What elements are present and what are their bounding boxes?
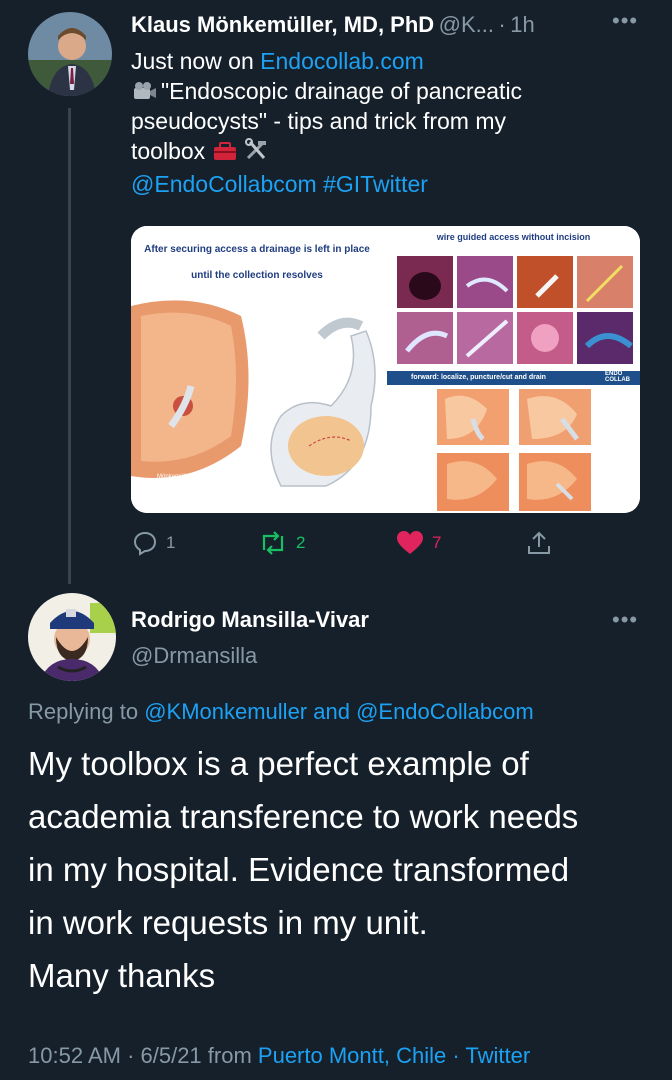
media-image-3[interactable]: forward: localize, puncture/cut and drai…: [387, 371, 640, 513]
replying-user-1[interactable]: @KMonkemuller: [144, 699, 307, 724]
reply-line: academia transference to work needs: [28, 798, 579, 835]
reply-button[interactable]: 1: [132, 530, 175, 556]
meta-sep: ·: [446, 1043, 466, 1068]
text-line-3: pseudocysts" - tips and trick from my: [131, 108, 506, 134]
retweet-button[interactable]: 2: [258, 530, 305, 556]
reply-count: 1: [166, 533, 176, 552]
reply-icon: [133, 531, 157, 556]
reply-author-handle[interactable]: @Drmansilla: [131, 643, 257, 669]
media-caption-1: After securing access a drainage is left…: [144, 244, 370, 255]
replying-user-2[interactable]: @EndoCollabcom: [356, 699, 534, 724]
media-image-2[interactable]: wire guided access without incision: [387, 226, 640, 367]
media-image-1[interactable]: After securing access a drainage is left…: [131, 226, 383, 513]
meta-location[interactable]: Puerto Montt, Chile: [258, 1043, 446, 1068]
retweet-icon: [262, 531, 284, 555]
text-prefix: Just now on: [131, 48, 261, 74]
reply-line: My toolbox is a perfect example of: [28, 745, 529, 782]
share-button[interactable]: [526, 530, 552, 556]
toolbox-icon: [212, 139, 238, 169]
media-credit: Mönkemüller, Endoindia, 1998: [157, 474, 238, 480]
text-line-4: toolbox: [131, 138, 206, 164]
author-avatar[interactable]: [28, 12, 112, 96]
logo-line-2: COLLAB: [605, 377, 630, 383]
reply-line: in my hospital. Evidence transformed: [28, 851, 570, 888]
like-button[interactable]: 7: [396, 530, 441, 556]
hammer-wrench-icon: [244, 138, 270, 169]
author-handle[interactable]: @K...: [439, 12, 494, 37]
more-options-icon[interactable]: •••: [612, 8, 638, 34]
replying-prefix: Replying to: [28, 699, 145, 724]
endocollab-logo: ENDO COLLAB: [605, 371, 630, 383]
meta-from: from: [201, 1043, 258, 1068]
share-icon: [528, 531, 550, 554]
reply-line: Many thanks: [28, 957, 216, 994]
film-projector-icon: [131, 76, 161, 106]
like-count: 7: [432, 533, 442, 552]
replying-and: and: [307, 699, 357, 724]
tweet-mentions[interactable]: @EndoCollabcom #GITwitter: [131, 169, 651, 199]
meta-time[interactable]: 10:52 AM · 6/5/21: [28, 1043, 202, 1068]
media-caption-3: wire guided access without incision: [436, 232, 591, 242]
heart-icon: [397, 531, 423, 554]
reply-line: in work requests in my unit.: [28, 904, 428, 941]
text-line-2: "Endoscopic drainage of pancreatic: [161, 78, 523, 104]
author-name[interactable]: Klaus Mönkemüller, MD, PhD: [131, 12, 434, 37]
tweet-meta: 10:52 AM · 6/5/21 from Puerto Montt, Chi…: [28, 1043, 530, 1069]
tweet-time[interactable]: 1h: [510, 12, 534, 37]
endocollab-link[interactable]: Endocollab.com: [260, 48, 424, 74]
meta-source[interactable]: Twitter: [465, 1043, 530, 1068]
reply-body: My toolbox is a perfect example of acade…: [28, 737, 658, 1002]
tweet-text: Just now on Endocollab.com "Endoscopic d…: [131, 46, 651, 199]
reply-author-avatar[interactable]: [28, 593, 116, 681]
reply-more-options-icon[interactable]: •••: [612, 607, 638, 633]
reply-author-name[interactable]: Rodrigo Mansilla-Vivar: [131, 607, 369, 633]
replying-to: Replying to @KMonkemuller and @EndoColla…: [28, 699, 534, 725]
thread-line: [68, 108, 71, 584]
tweet-header: Klaus Mönkemüller, MD, PhD @K... · 1h: [131, 12, 535, 38]
tweet-media[interactable]: After securing access a drainage is left…: [131, 226, 640, 513]
retweet-count: 2: [296, 533, 306, 552]
media-caption-2: until the collection resolves: [191, 270, 323, 281]
media-caption-4: forward: localize, puncture/cut and drai…: [411, 374, 546, 381]
separator: ·: [498, 12, 506, 37]
